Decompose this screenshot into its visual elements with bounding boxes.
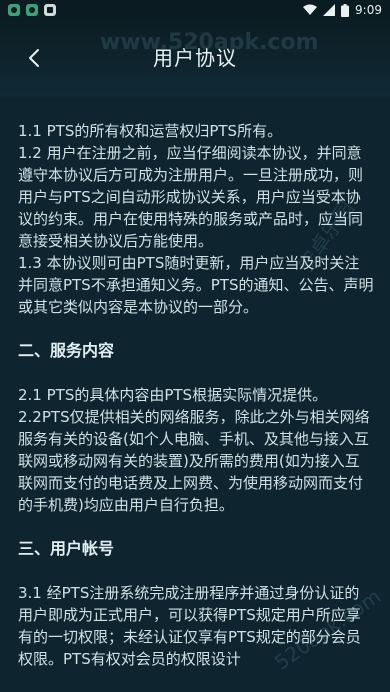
app-notification-icon [8, 4, 20, 16]
clause-1-3: 1.3 本协议则可由PTS随时更新，用户应当及时关注并同意PTS不承担通知义务。… [18, 254, 374, 316]
app-notification-icon [26, 4, 38, 16]
page-title: 用户协议 [153, 46, 237, 70]
section-title-account: 三、用户帐号 [18, 539, 115, 558]
agreement-content: 1.1 PTS的所有权和运营权归PTS所有。 1.2 用户在注册之前，应当仔细阅… [18, 120, 374, 670]
battery-icon [341, 3, 350, 17]
notification-icons [0, 4, 56, 16]
app-header: 用户协议 [0, 20, 390, 98]
status-time: 9:09 [355, 3, 382, 17]
sim-icon [44, 4, 56, 16]
clause-1-1: 1.1 PTS的所有权和运营权归PTS所有。 [18, 122, 283, 140]
wifi-icon [303, 4, 318, 15]
clause-3-1: 3.1 经PTS注册系统完成注册程序并通过身份认证的用户即成为正式用户，可以获得… [18, 584, 361, 668]
signal-icon [323, 4, 336, 16]
system-icons: 9:09 [303, 3, 390, 17]
section-title-services: 二、服务内容 [18, 341, 115, 360]
clause-2-2: 2.2PTS仅提供相关的网络服务，除此之外与相关网络服务有关的设备(如个人电脑、… [18, 408, 370, 514]
status-bar: 9:09 [0, 0, 390, 20]
clause-1-2: 1.2 用户在注册之前，应当仔细阅读本协议，并同意遵守本协议后方可成为注册用户。… [18, 144, 364, 250]
clause-2-1: 2.1 PTS的具体内容由PTS根据实际情况提供。 [18, 386, 328, 404]
